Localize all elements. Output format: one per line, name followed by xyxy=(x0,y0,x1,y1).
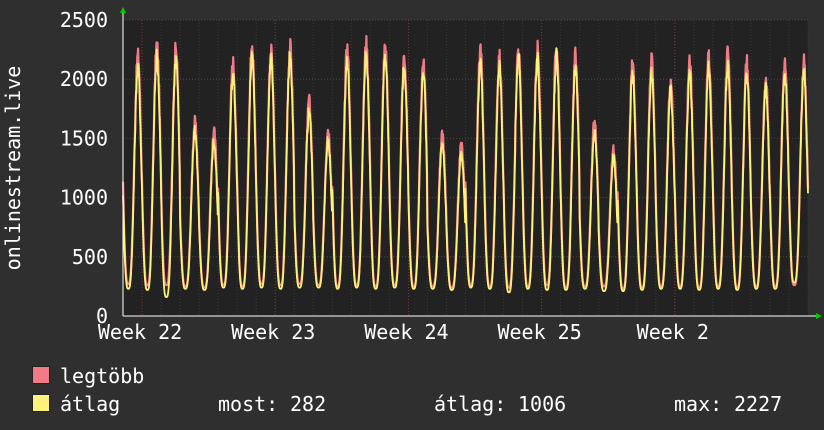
stat-current-label: most: xyxy=(218,392,279,416)
x-axis-arrow-icon xyxy=(816,313,822,319)
legend-swatch-max xyxy=(32,366,50,384)
x-tick-label: Week 25 xyxy=(497,320,581,344)
y-tick-label: 2000 xyxy=(60,67,108,91)
legend-swatch-avg xyxy=(32,394,50,412)
x-tick-label: Week 24 xyxy=(364,320,448,344)
stat-max-label: max: xyxy=(674,392,723,416)
legend-label-avg: átlag xyxy=(60,392,121,416)
y-axis-label: onlinestream.live xyxy=(1,66,25,271)
y-tick-label: 1000 xyxy=(60,186,108,210)
legend-label-max: legtöbb xyxy=(60,364,145,388)
stat-average-label: átlag: xyxy=(434,392,507,416)
x-tick-label: Week 22 xyxy=(98,320,182,344)
y-tick-label: 1500 xyxy=(60,126,108,150)
y-axis-arrow-icon xyxy=(120,7,126,13)
y-tick-label: 500 xyxy=(72,245,108,269)
y-tick-labels: 05001000150020002500 xyxy=(60,8,108,328)
x-tick-labels: Week 22 Week 23 Week 24 Week 25 Week 2 xyxy=(98,320,709,344)
stat-current-value: 282 xyxy=(290,392,327,416)
stat-average-value: 1006 xyxy=(518,392,567,416)
y-tick-label: 2500 xyxy=(60,8,108,32)
x-tick-label: Week 23 xyxy=(231,320,315,344)
x-tick-label: Week 2 xyxy=(637,320,709,344)
stat-max-value: 2227 xyxy=(734,392,783,416)
